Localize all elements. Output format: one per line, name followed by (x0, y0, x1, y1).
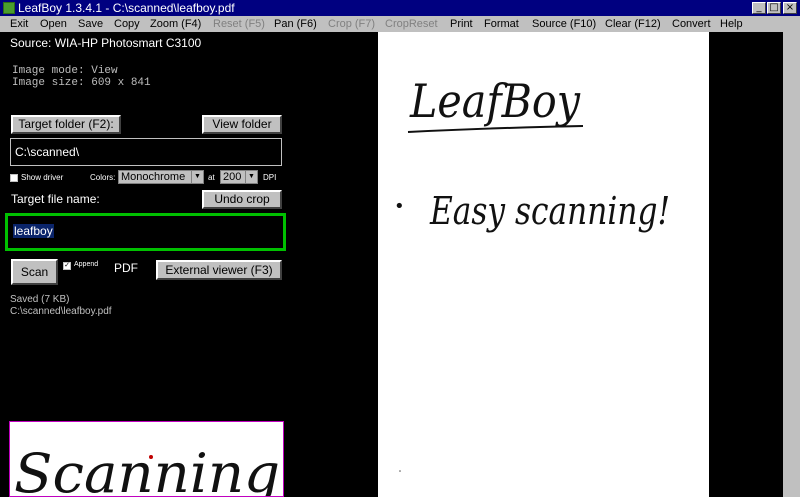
chevron-down-icon: ▼ (245, 171, 257, 183)
menu-copy[interactable]: Copy (114, 16, 140, 32)
image-size: Image size: 609 x 841 (12, 77, 151, 89)
window-title: LeafBoy 1.3.4.1 - C:\scanned\leafboy.pdf (18, 1, 235, 15)
status-path: C:\scanned\leafboy.pdf (10, 306, 112, 317)
menu-exit[interactable]: Exit (10, 16, 28, 32)
source-label: Source: WIA-HP Photosmart C3100 (10, 36, 202, 50)
target-file-value: leafboy (13, 224, 54, 238)
thumbnail-marker (149, 455, 153, 459)
document-heading: LeafBoy (409, 74, 581, 128)
menu-open[interactable]: Open (40, 16, 67, 32)
close-button[interactable]: × (783, 2, 797, 14)
format-label: PDF (114, 261, 138, 275)
colors-select[interactable]: Monochrome ▼ (118, 170, 204, 184)
menu-pan[interactable]: Pan (F6) (274, 16, 317, 32)
target-file-field[interactable]: leafboy (5, 213, 286, 251)
show-driver-label: Show driver (21, 173, 64, 182)
colors-label: Colors: (90, 173, 116, 182)
menu-reset[interactable]: Reset (F5) (213, 16, 265, 32)
thumbnail-preview: Scanning (9, 421, 284, 497)
menu-source[interactable]: Source (F10) (532, 16, 596, 32)
title-bar: LeafBoy 1.3.4.1 - C:\scanned\leafboy.pdf… (0, 0, 800, 16)
image-mode: Image mode: View (12, 65, 118, 77)
document-canvas: LeafBoy • Easy scanning! (394, 74, 670, 472)
at-label: at (208, 173, 215, 182)
show-driver-checkbox[interactable] (10, 174, 18, 182)
menu-help[interactable]: Help (720, 16, 743, 32)
status-saved: Saved (7 KB) (10, 294, 70, 305)
bullet-mark: • (394, 196, 405, 217)
chevron-down-icon: ▼ (191, 171, 203, 183)
menu-save[interactable]: Save (78, 16, 103, 32)
document-line: Easy scanning! (429, 189, 670, 233)
thumbnail-text: Scanning (14, 442, 280, 496)
dpi-select-value: 200 (223, 171, 242, 183)
view-margin-right (709, 32, 783, 497)
menu-clear[interactable]: Clear (F12) (605, 16, 661, 32)
maximize-button[interactable]: □ (767, 2, 781, 14)
target-folder-button[interactable]: Target folder (F2): (11, 115, 121, 134)
control-panel: Source: WIA-HP Photosmart C3100 Image mo… (0, 32, 293, 497)
vertical-scrollbar[interactable] (783, 32, 800, 497)
app-leaf-icon (3, 2, 15, 14)
menu-crop[interactable]: Crop (F7) (328, 16, 375, 32)
menu-convert[interactable]: Convert (672, 16, 711, 32)
dpi-select[interactable]: 200 ▼ (220, 170, 258, 184)
menu-bar: Exit Open Save Copy Zoom (F4) Reset (F5)… (0, 16, 800, 32)
append-checkbox[interactable]: ✓ (63, 262, 71, 270)
scan-button[interactable]: Scan (11, 259, 58, 285)
external-viewer-button[interactable]: External viewer (F3) (156, 260, 282, 280)
undo-crop-button[interactable]: Undo crop (202, 190, 282, 209)
document-view[interactable]: LeafBoy • Easy scanning! (378, 32, 709, 497)
append-label: Append (74, 261, 99, 268)
menu-cropreset[interactable]: CropReset (385, 16, 438, 32)
colors-select-value: Monochrome (121, 171, 186, 183)
target-file-label: Target file name: (11, 192, 100, 206)
thumbnail-canvas: Scanning (14, 442, 280, 496)
dpi-label: DPI (263, 173, 277, 182)
menu-print[interactable]: Print (450, 16, 473, 32)
view-folder-button[interactable]: View folder (202, 115, 282, 134)
scan-speck (399, 470, 401, 472)
menu-format[interactable]: Format (484, 16, 519, 32)
target-folder-field[interactable]: C:\scanned\ (10, 138, 282, 166)
view-margin-left (293, 32, 378, 497)
minimize-button[interactable]: _ (752, 2, 766, 14)
menu-zoom[interactable]: Zoom (F4) (150, 16, 201, 32)
